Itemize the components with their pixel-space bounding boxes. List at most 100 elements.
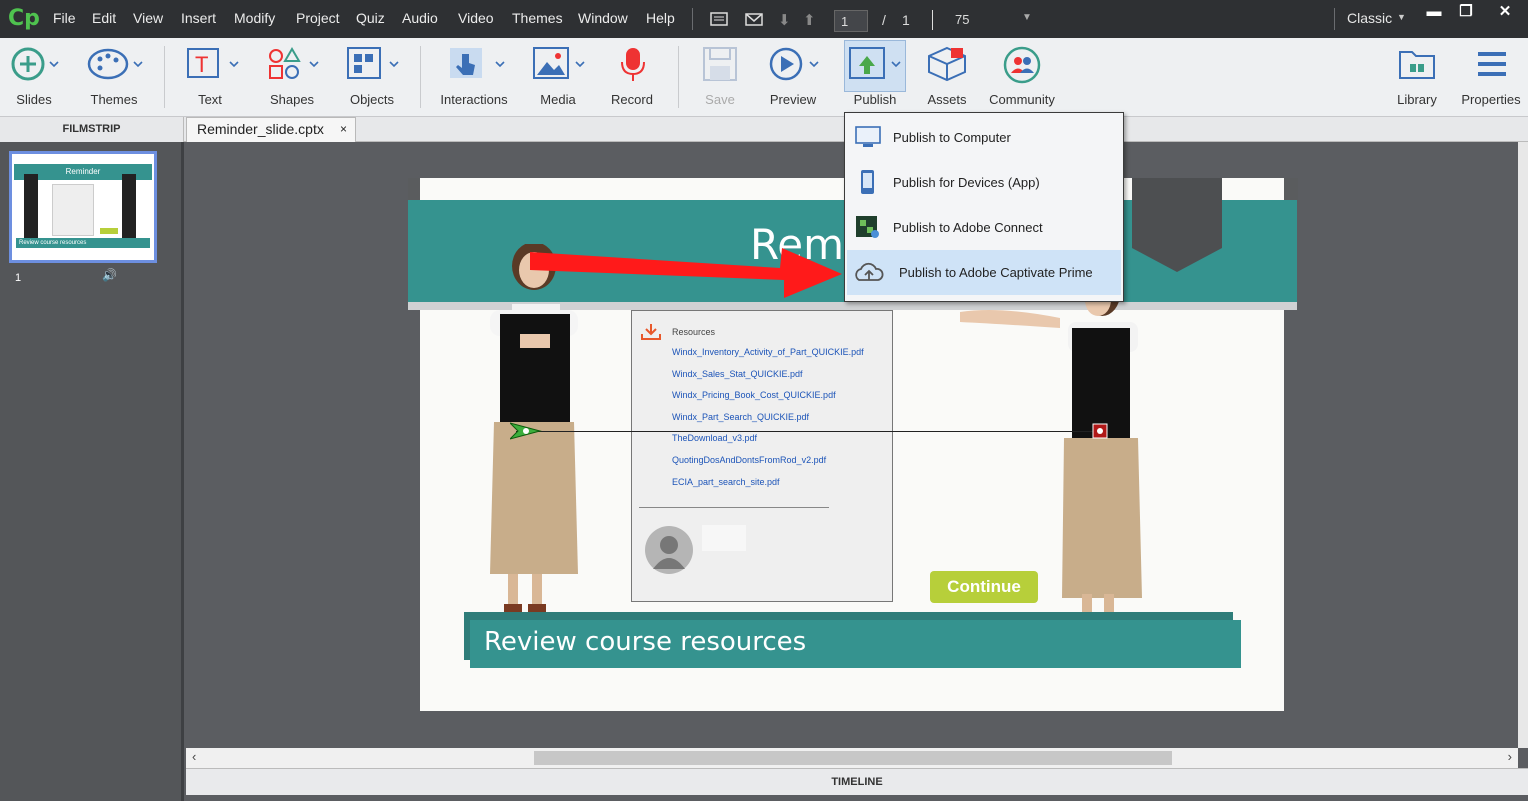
themes-button[interactable]: Themes <box>80 38 148 117</box>
palette-icon <box>87 48 143 80</box>
preview-button[interactable]: Preview <box>762 38 824 117</box>
record-label: Record <box>611 92 653 107</box>
menu-help[interactable]: Help <box>646 10 675 26</box>
menu-file[interactable]: File <box>53 10 76 26</box>
slideshow-icon[interactable] <box>710 12 728 26</box>
resource-link[interactable]: TheDownload_v3.pdf <box>672 433 757 443</box>
resource-link[interactable]: Windx_Inventory_Activity_of_Part_QUICKIE… <box>672 347 864 357</box>
publish-item-label: Publish to Computer <box>893 130 1011 145</box>
scroll-left-icon[interactable]: ‹ <box>192 749 196 764</box>
workspace-switcher[interactable]: Classic <box>1347 10 1392 26</box>
corner-ribbon <box>1132 178 1222 272</box>
menu-video[interactable]: Video <box>458 10 494 26</box>
library-button[interactable]: Library <box>1390 38 1444 117</box>
audio-icon[interactable]: 🔊 <box>102 268 117 282</box>
menu-audio[interactable]: Audio <box>402 10 438 26</box>
motion-path-start-icon[interactable] <box>510 421 544 441</box>
arrow-up-icon[interactable]: ⬆ <box>803 11 816 29</box>
document-tab[interactable]: Reminder_slide.cptx × <box>186 117 356 142</box>
resource-link[interactable]: Windx_Part_Search_QUICKIE.pdf <box>672 412 809 422</box>
resource-link[interactable]: Windx_Sales_Stat_QUICKIE.pdf <box>672 369 803 379</box>
timeline-panel-header[interactable]: TIMELINE <box>186 768 1528 795</box>
publish-label: Publish <box>853 92 897 107</box>
properties-icon <box>1478 52 1506 76</box>
image-icon <box>533 47 585 79</box>
publish-dropdown-menu: Publish to Computer Publish for Devices … <box>844 112 1124 302</box>
slide-number-label: 1 <box>15 272 22 284</box>
svg-text:T: T <box>195 52 208 77</box>
slide-thumbnail[interactable]: Reminder Review course resources <box>9 151 157 263</box>
close-window-button[interactable]: ✕ <box>1487 0 1523 30</box>
slide-number-input[interactable]: 1 <box>834 10 868 32</box>
objects-icon <box>347 47 399 79</box>
library-icon <box>1399 51 1435 79</box>
thumbnail-continue <box>100 228 118 234</box>
continue-button[interactable]: Continue <box>930 571 1038 603</box>
community-button[interactable]: Community <box>986 38 1058 117</box>
download-icon <box>641 324 661 340</box>
menu-project[interactable]: Project <box>296 10 340 26</box>
footer-banner[interactable]: Review course resources <box>470 620 1241 668</box>
publish-for-devices[interactable]: Publish for Devices (App) <box>845 160 1123 205</box>
text-label: Text <box>198 92 222 107</box>
menu-edit[interactable]: Edit <box>92 10 116 26</box>
menu-insert[interactable]: Insert <box>181 10 216 26</box>
microphone-icon <box>621 48 645 81</box>
publish-item-label: Publish to Adobe Captivate Prime <box>899 265 1093 280</box>
themes-label: Themes <box>90 92 138 107</box>
minimize-button[interactable]: ▬ <box>1416 0 1452 30</box>
record-button[interactable]: Record <box>604 38 660 117</box>
publish-button[interactable]: Publish <box>844 38 906 117</box>
horizontal-scrollbar[interactable]: ‹ › <box>186 748 1518 768</box>
resource-link[interactable]: Windx_Pricing_Book_Cost_QUICKIE.pdf <box>672 390 836 400</box>
resource-link[interactable]: ECIA_part_search_site.pdf <box>672 477 780 487</box>
media-button[interactable]: Media <box>528 38 588 117</box>
properties-button[interactable]: Properties <box>1458 38 1524 117</box>
objects-label: Objects <box>349 92 395 107</box>
hand-pointer-icon <box>450 48 505 78</box>
zoom-level[interactable]: 75 <box>955 12 969 27</box>
workspace-dropdown-icon[interactable]: ▼ <box>1397 12 1406 22</box>
scroll-right-icon[interactable]: › <box>1508 749 1512 764</box>
workspace-separator <box>1334 8 1335 30</box>
publish-item-label: Publish to Adobe Connect <box>893 220 1043 235</box>
avatar-icon <box>645 526 693 574</box>
menu-window[interactable]: Window <box>578 10 628 26</box>
assets-button[interactable]: Assets <box>920 38 974 117</box>
menu-modify[interactable]: Modify <box>234 10 275 26</box>
preview-label: Preview <box>769 92 817 107</box>
cloud-upload-icon <box>855 262 884 281</box>
slide-separator: / <box>882 12 886 28</box>
motion-path-line[interactable] <box>516 431 1098 432</box>
library-label: Library <box>1397 92 1437 107</box>
menu-view[interactable]: View <box>133 10 163 26</box>
shapes-button[interactable]: Shapes <box>260 38 324 117</box>
save-button[interactable]: Save <box>694 38 746 117</box>
restore-button[interactable]: ❐ <box>1448 0 1484 30</box>
arrow-down-icon[interactable]: ⬇ <box>778 11 791 29</box>
shapes-icon <box>269 47 319 79</box>
menu-themes[interactable]: Themes <box>512 10 563 26</box>
motion-path-end-icon[interactable] <box>1092 423 1108 439</box>
publish-to-computer[interactable]: Publish to Computer <box>845 115 1123 160</box>
add-slide-icon <box>11 47 59 81</box>
slides-button[interactable]: Slides <box>2 38 66 117</box>
menu-quiz[interactable]: Quiz <box>356 10 385 26</box>
interactions-label: Interactions <box>440 92 508 107</box>
interactions-button[interactable]: Interactions <box>434 38 514 117</box>
vertical-scrollbar[interactable] <box>1518 142 1528 748</box>
close-tab-icon[interactable]: × <box>340 118 347 141</box>
publish-to-adobe-connect[interactable]: Publish to Adobe Connect <box>845 205 1123 250</box>
zoom-dropdown-icon[interactable]: ▼ <box>1022 12 1032 23</box>
mail-icon[interactable] <box>745 13 763 26</box>
resources-panel: Resources Windx_Inventory_Activity_of_Pa… <box>631 310 893 602</box>
publish-to-captivate-prime[interactable]: Publish to Adobe Captivate Prime <box>847 250 1121 295</box>
community-icon <box>1003 46 1041 84</box>
text-button[interactable]: T Text <box>180 38 240 117</box>
scrollbar-thumb[interactable] <box>534 751 1172 765</box>
mobile-device-icon <box>861 170 874 194</box>
resource-link[interactable]: QuotingDosAndDontsFromRod_v2.pdf <box>672 455 826 465</box>
objects-button[interactable]: Objects <box>340 38 404 117</box>
slides-label: Slides <box>16 92 52 107</box>
toolbar-separator <box>420 46 421 108</box>
